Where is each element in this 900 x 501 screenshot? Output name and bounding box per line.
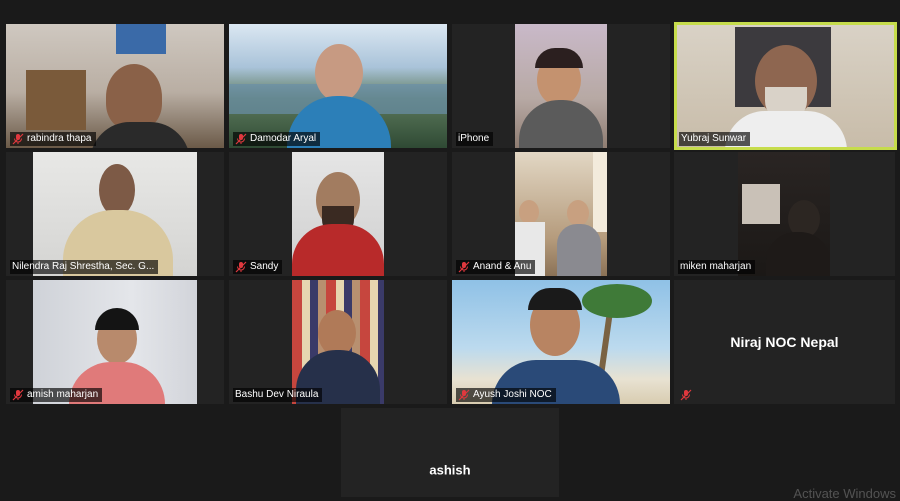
video-tile-yubraj-sunwar[interactable]: Yubraj Sunwar xyxy=(674,22,897,150)
participant-name: miken maharjan xyxy=(680,261,752,272)
video-tile-bashu-dev-niraula[interactable]: Bashu Dev Niraula xyxy=(229,280,447,404)
mic-muted-icon xyxy=(680,389,692,401)
participant-name-center: Niraj NOC Nepal xyxy=(730,334,839,350)
video-tile-iphone[interactable]: iPhone xyxy=(452,24,670,148)
participant-name-tag: rabindra thapa xyxy=(10,132,96,146)
video-tile-ashish[interactable]: ashish xyxy=(341,408,559,497)
video-tile-rabindra-thapa[interactable]: rabindra thapa xyxy=(6,24,224,148)
video-feed xyxy=(677,25,894,147)
participant-name-tag: Yubraj Sunwar xyxy=(679,132,751,146)
mic-muted-icon xyxy=(458,389,470,401)
participant-name-tag: Sandy xyxy=(233,260,283,274)
video-feed xyxy=(292,280,384,404)
participant-name: Ayush Joshi NOC xyxy=(473,389,552,400)
video-tile-sandy[interactable]: Sandy xyxy=(229,152,447,276)
participant-name: amish maharjan xyxy=(27,389,99,400)
video-feed xyxy=(292,152,384,276)
participant-name-tag: amish maharjan xyxy=(10,388,103,402)
video-feed xyxy=(229,24,447,148)
participant-name: Damodar Aryal xyxy=(250,133,317,144)
video-feed xyxy=(6,24,224,148)
video-tile-amish-maharjan[interactable]: amish maharjan xyxy=(6,280,224,404)
participant-name-tag: Damodar Aryal xyxy=(233,132,321,146)
video-tile-niraj-noc-nepal[interactable]: Niraj NOC Nepal xyxy=(674,280,895,404)
video-feed xyxy=(33,152,197,276)
participant-name-tag: Nilendra Raj Shrestha, Sec. G... xyxy=(10,260,159,274)
video-feed xyxy=(452,280,670,404)
participant-name-tag: Ayush Joshi NOC xyxy=(456,388,556,402)
video-feed xyxy=(515,152,607,276)
participant-name-tag: iPhone xyxy=(456,132,494,146)
participant-name: iPhone xyxy=(458,133,490,144)
video-feed xyxy=(515,24,607,148)
participant-name-tag xyxy=(678,388,699,402)
mic-muted-icon xyxy=(12,133,24,145)
participant-name-tag: miken maharjan xyxy=(678,260,756,274)
participant-name: Nilendra Raj Shrestha, Sec. G... xyxy=(12,261,155,272)
mic-muted-icon xyxy=(12,389,24,401)
mic-muted-icon xyxy=(235,261,247,273)
participant-name: Sandy xyxy=(250,261,279,272)
video-feed xyxy=(738,152,830,276)
participant-name: Anand & Anu xyxy=(473,261,532,272)
participant-name-tag: Anand & Anu xyxy=(456,260,536,274)
participant-name-tag: Bashu Dev Niraula xyxy=(233,388,323,402)
video-tile-anand-anu[interactable]: Anand & Anu xyxy=(452,152,670,276)
video-tile-miken-maharjan[interactable]: miken maharjan xyxy=(674,152,895,276)
participant-name: Yubraj Sunwar xyxy=(681,133,747,144)
mic-muted-icon xyxy=(235,133,247,145)
participant-name-center: ashish xyxy=(429,462,471,478)
video-feed xyxy=(33,280,197,404)
video-tile-ayush-joshi-noc[interactable]: Ayush Joshi NOC xyxy=(452,280,670,404)
video-tile-nilendra-raj-shrestha[interactable]: Nilendra Raj Shrestha, Sec. G... xyxy=(6,152,224,276)
mic-muted-icon xyxy=(458,261,470,273)
participant-name: Bashu Dev Niraula xyxy=(235,389,319,400)
video-tile-damodar-aryal[interactable]: Damodar Aryal xyxy=(229,24,447,148)
activate-windows-watermark: Activate Windows xyxy=(793,486,896,501)
participant-name: rabindra thapa xyxy=(27,133,92,144)
